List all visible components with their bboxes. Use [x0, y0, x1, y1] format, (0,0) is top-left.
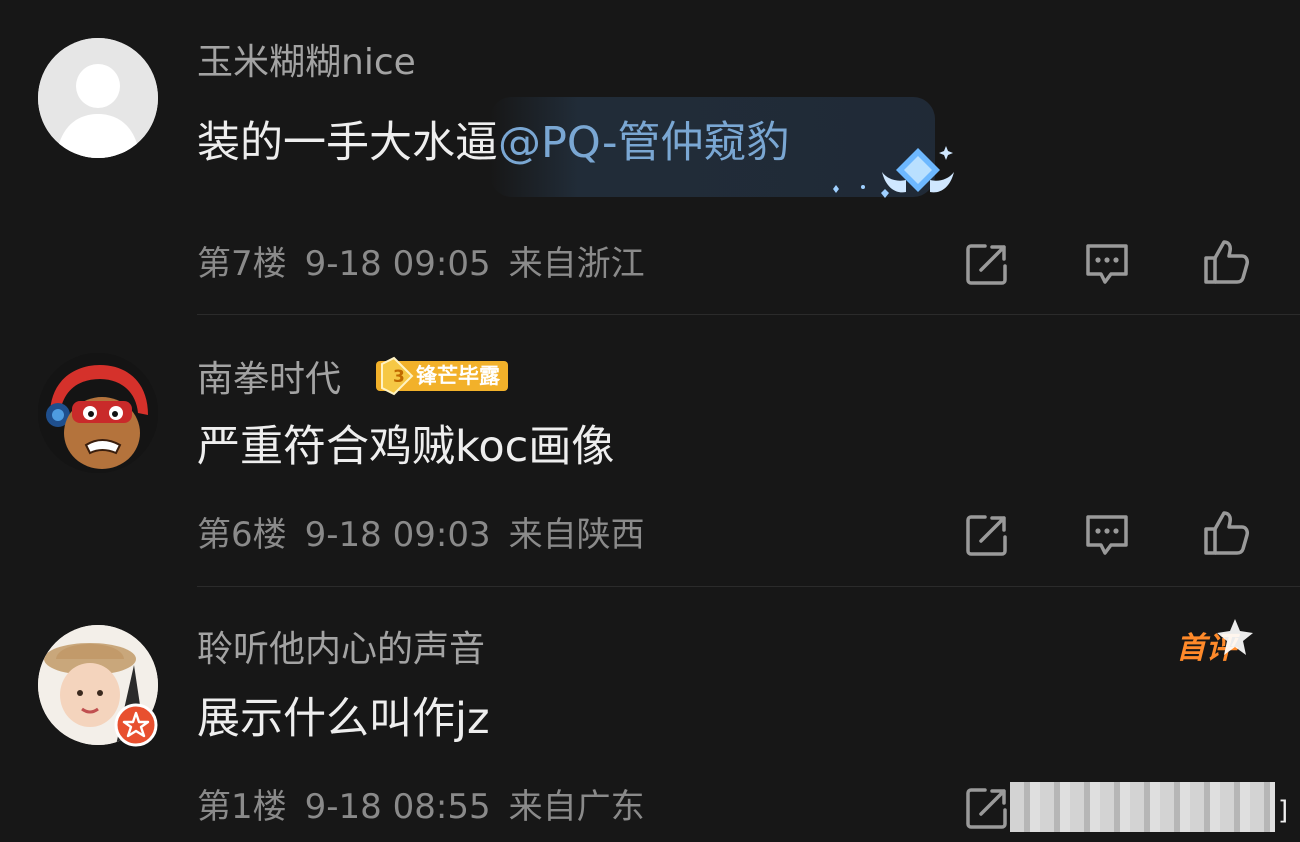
comment-text: 展示什么叫作jz: [197, 694, 490, 744]
floor-number: 第1楼: [197, 787, 287, 827]
comment-meta: 第1楼 9-18 08:55 来自广东: [197, 790, 645, 824]
share-icon[interactable]: [963, 784, 1011, 832]
redacted-overlay: [1010, 782, 1275, 832]
bracket-mark: ]: [1278, 796, 1289, 826]
username[interactable]: 聆听他内心的声音: [197, 632, 485, 668]
sparkle-star-icon: [1217, 619, 1253, 655]
location: 来自广东: [508, 787, 645, 827]
timestamp: 9-18 08:55: [304, 787, 491, 827]
comment-floor-1: 聆听他内心的声音 首评 展示什么叫作jz 第1楼 9-18 08:55 来自广东…: [0, 0, 1300, 842]
verified-star-icon: [114, 703, 158, 747]
